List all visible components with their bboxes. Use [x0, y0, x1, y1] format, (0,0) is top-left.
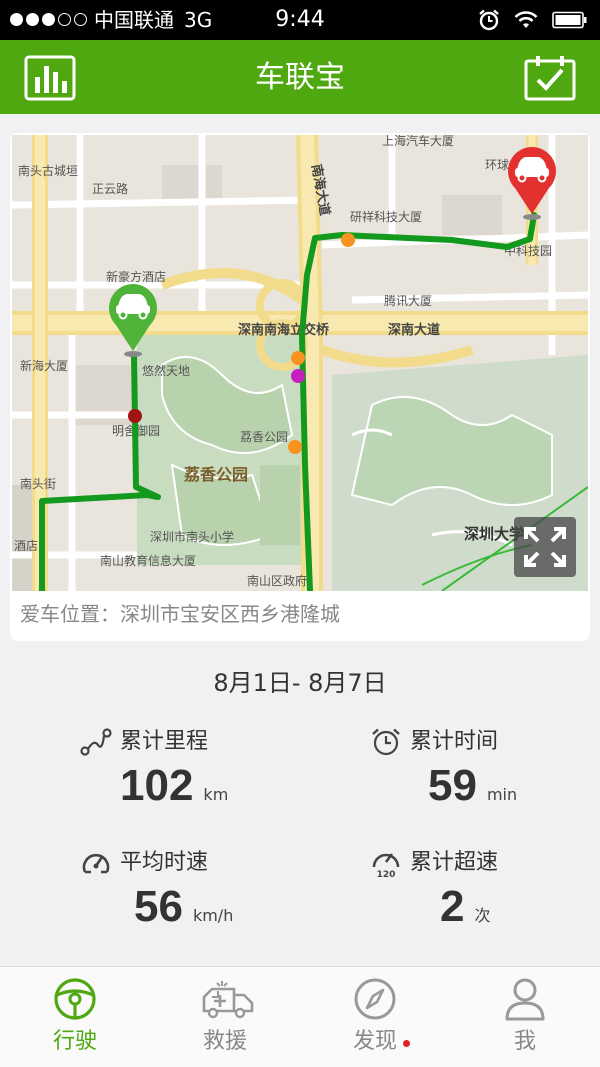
wifi-icon — [514, 11, 538, 28]
route-event-marker[interactable] — [291, 351, 305, 365]
map-label-nantou-city: 南头古城垣 — [18, 163, 78, 178]
date-range[interactable]: 8月1日- 8月7日 — [0, 667, 600, 699]
map-label-interchange: 深南南海立交桥 — [238, 322, 330, 338]
page-title: 车联宝 — [255, 60, 345, 95]
map-label-tencent: 腾讯大厦 — [384, 293, 432, 308]
map-label-huanqiu: 环球 — [485, 158, 509, 172]
tab-me[interactable]: 我 — [450, 967, 600, 1067]
alarm-icon — [479, 9, 499, 31]
map-label-hotel-left: 酒店 — [14, 539, 38, 553]
map-label-youran: 悠然天地 — [142, 363, 190, 378]
calendar-check-icon — [524, 56, 576, 101]
map-label-primary-school: 深圳市南头小学 — [150, 529, 234, 544]
map-label-yanxiang: 研祥科技大厦 — [350, 210, 422, 224]
compass-icon — [354, 978, 396, 1020]
stat-mileage-unit: km — [203, 785, 229, 804]
stat-duration-value: 59 — [428, 761, 477, 810]
stat-overspeed-value: 2 — [440, 882, 465, 931]
status-icons — [478, 8, 588, 32]
map-label-shanghai-auto: 上海汽车大厦 — [382, 135, 454, 148]
car-location-label: 爱车位置： — [20, 602, 120, 626]
tab-driving[interactable]: 行驶 — [0, 967, 150, 1067]
map-fullscreen-button[interactable] — [514, 517, 576, 577]
calendar-button[interactable] — [524, 55, 576, 101]
stat-duration-unit: min — [486, 785, 518, 804]
map-label-shennan-road: 深南大道 — [388, 322, 440, 338]
speed-limit-icon: 120 — [372, 853, 400, 879]
route-event-marker[interactable] — [291, 369, 305, 383]
stat-avg-speed-value: 56 — [134, 882, 183, 931]
stat-overspeed-unit: 次 — [474, 906, 491, 925]
route-event-marker[interactable] — [128, 409, 142, 423]
map-label-park-poi: 荔香公园 — [240, 430, 288, 444]
tab-rescue-label: 救援 — [202, 1029, 247, 1054]
alarm-clock-icon — [372, 728, 400, 756]
route-event-marker[interactable] — [288, 440, 302, 454]
map-label-gov: 南山区政府 — [247, 573, 307, 588]
stat-overspeed-label: 累计超速 — [410, 850, 499, 875]
route-icon — [80, 728, 112, 756]
battery-icon — [552, 11, 587, 29]
map-label-nantou-street: 南头街 — [20, 476, 56, 491]
route-event-marker[interactable] — [341, 233, 355, 247]
map-label-edu: 南山教育信息大厦 — [100, 553, 196, 568]
status-bar: 中国联通 3G 9:44 — [0, 0, 600, 40]
stat-mileage-label: 累计里程 — [120, 729, 209, 754]
stat-mileage-value: 102 — [120, 761, 194, 810]
tab-me-label: 我 — [513, 1029, 536, 1054]
stat-avg-speed-label: 平均时速 — [120, 850, 209, 875]
user-icon — [505, 978, 545, 1021]
bottom-tab-bar: 行驶 救援 发现 我 — [0, 966, 600, 1067]
tab-discover[interactable]: 发现 — [300, 967, 450, 1067]
tab-rescue[interactable]: 救援 — [150, 967, 300, 1067]
tab-driving-label: 行驶 — [52, 1029, 97, 1054]
map-label-park: 荔香公园 — [183, 465, 248, 484]
tow-truck-icon — [202, 981, 254, 1019]
map-label-xinhai: 新海大厦 — [20, 358, 68, 373]
car-location-address: 深圳市宝安区西乡港隆城 — [120, 602, 340, 626]
steering-wheel-icon — [54, 978, 96, 1020]
discover-notification-badge — [403, 1040, 410, 1047]
tab-discover-label: 发现 — [352, 1029, 397, 1054]
stat-duration-label: 累计时间 — [410, 729, 499, 754]
speedometer-icon — [82, 853, 110, 874]
route-map[interactable]: 南头古城垣 正云路 新豪方酒店 新海大厦 悠然天地 明舍御园 南头街 深圳市南头… — [12, 135, 588, 591]
car-location: 爱车位置：深圳市宝安区西乡港隆城 — [20, 599, 340, 629]
speed-limit-icon-text: 120 — [377, 870, 396, 879]
stat-avg-speed-unit: km/h — [192, 906, 234, 925]
app-header: 车联宝 — [0, 40, 600, 114]
expand-icon — [524, 527, 566, 567]
map-card: 南头古城垣 正云路 新豪方酒店 新海大厦 悠然天地 明舍御园 南头街 深圳市南头… — [10, 133, 590, 641]
map-label-xinhao-hotel: 新豪方酒店 — [106, 269, 166, 284]
map-label-zhengyun-road: 正云路 — [92, 181, 128, 196]
